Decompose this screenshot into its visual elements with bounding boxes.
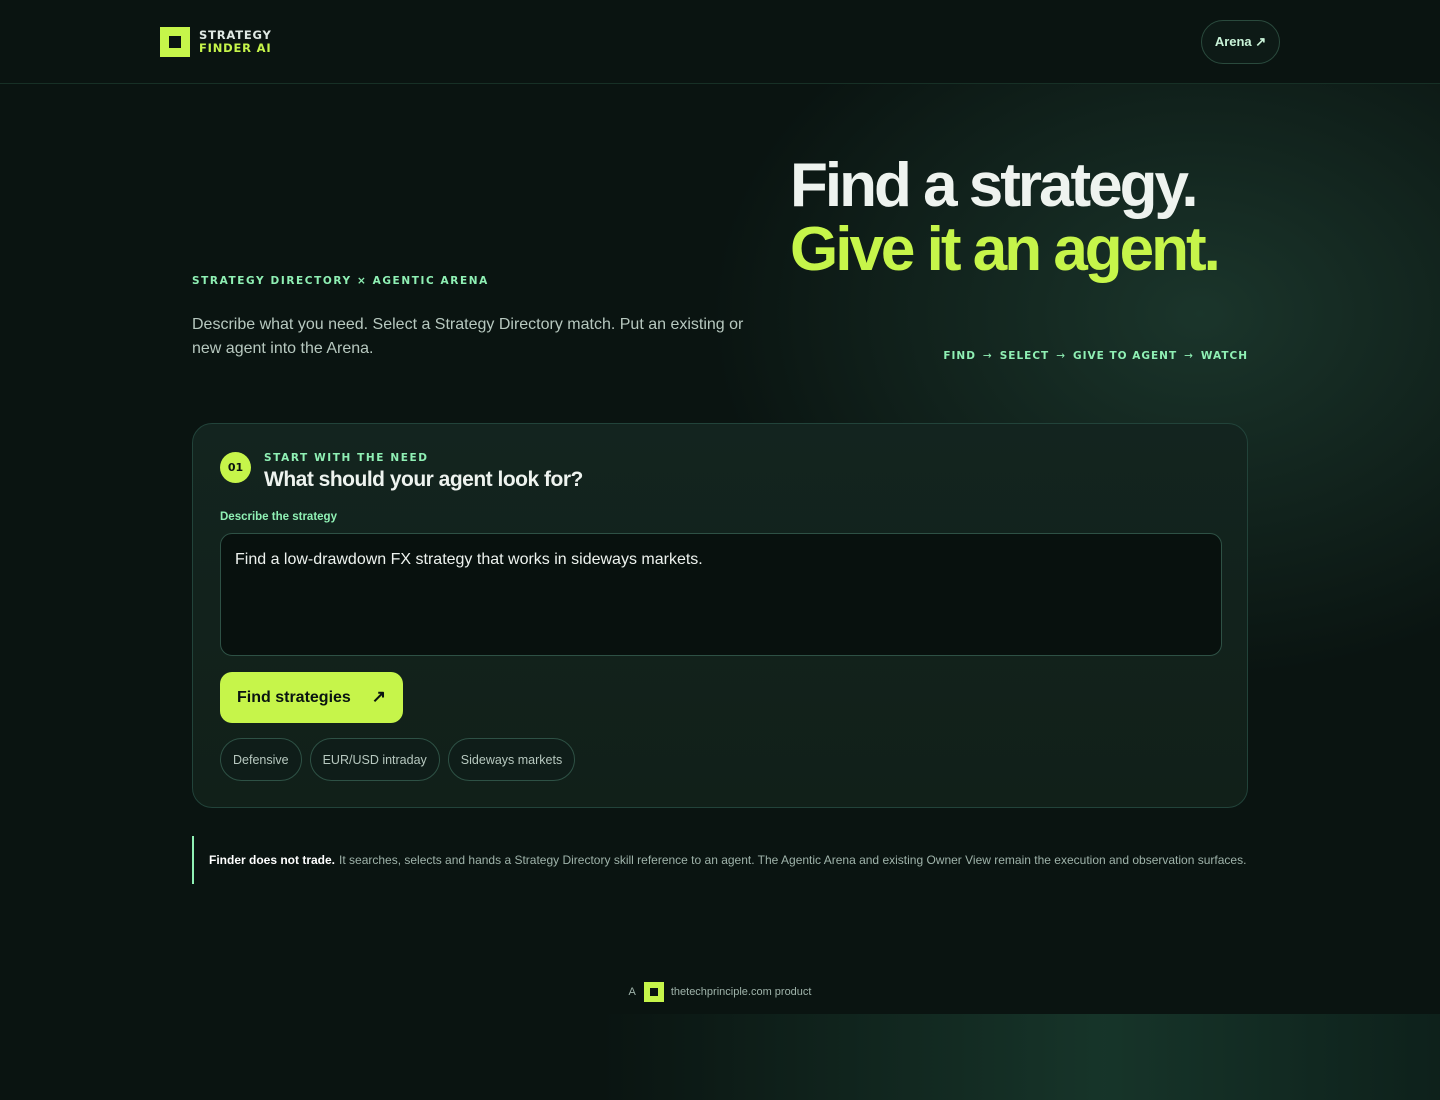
- footer: A thetechprinciple.com product: [0, 982, 1440, 1002]
- arena-link-button[interactable]: Arena ↗: [1201, 20, 1280, 64]
- chip-defensive[interactable]: Defensive: [220, 738, 302, 781]
- footer-logo-icon: [643, 982, 664, 1002]
- find-strategies-button[interactable]: Find strategies ↗: [220, 672, 403, 723]
- logo-wordmark: STRATEGY FINDER AI: [199, 29, 272, 55]
- card-eyebrow: START WITH THE NEED: [264, 452, 429, 464]
- chip-sideways-markets[interactable]: Sideways markets: [447, 738, 576, 781]
- step-find: FIND: [943, 350, 976, 362]
- suggestion-chips: Defensive EUR/USD intraday Sideways mark…: [220, 738, 576, 781]
- step-give-to-agent: GIVE TO AGENT: [1073, 350, 1178, 362]
- strategy-description-input[interactable]: Find a low-drawdown FX strategy that wor…: [220, 533, 1222, 656]
- step-arrow-icon: →: [982, 350, 993, 362]
- top-bar: STRATEGY FINDER AI Arena ↗: [0, 0, 1440, 84]
- hero-intro: Describe what you need. Select a Strateg…: [192, 316, 744, 357]
- find-strategies-label: Find strategies: [237, 688, 351, 706]
- step-arrow-icon: →: [1056, 350, 1067, 362]
- hero-title: Find a strategy. Give it an agent.: [790, 151, 1221, 284]
- chip-eur-usd-intraday[interactable]: EUR/USD intraday: [309, 738, 440, 781]
- step-select: SELECT: [999, 350, 1050, 362]
- logo-line-2: FINDER AI: [199, 41, 272, 55]
- disclaimer-strong: Finder does not trade.: [209, 853, 336, 867]
- arrow-up-right-icon: ↗: [371, 687, 386, 706]
- footer-product-link[interactable]: thetechprinciple.com product: [671, 986, 812, 998]
- strategy-field-label: Describe the strategy: [220, 511, 337, 523]
- step-arrow-icon: →: [1184, 350, 1194, 362]
- disclaimer-text: It searches, selects and hands a Strateg…: [339, 853, 1247, 867]
- app-logo[interactable]: STRATEGY FINDER AI: [160, 27, 272, 57]
- step-watch: WATCH: [1200, 350, 1248, 362]
- footer-prefix: A: [628, 986, 636, 998]
- card-title: What should your agent look for?: [264, 468, 583, 491]
- need-card: 01 START WITH THE NEED What should your …: [192, 423, 1248, 808]
- process-steps: FIND → SELECT → GIVE TO AGENT → WATCH: [943, 350, 1248, 362]
- logo-mark-icon: [160, 27, 190, 57]
- background-glow-bottom: [600, 1014, 1440, 1100]
- disclaimer-note: Finder does not trade. It searches, sele…: [192, 836, 1248, 884]
- hero-title-line-2: Give it an agent.: [790, 215, 1221, 284]
- step-number-badge: 01: [220, 452, 251, 483]
- hero-title-line-1: Find a strategy.: [790, 151, 1199, 220]
- hero-eyebrow: STRATEGY DIRECTORY × AGENTIC ARENA: [192, 275, 489, 287]
